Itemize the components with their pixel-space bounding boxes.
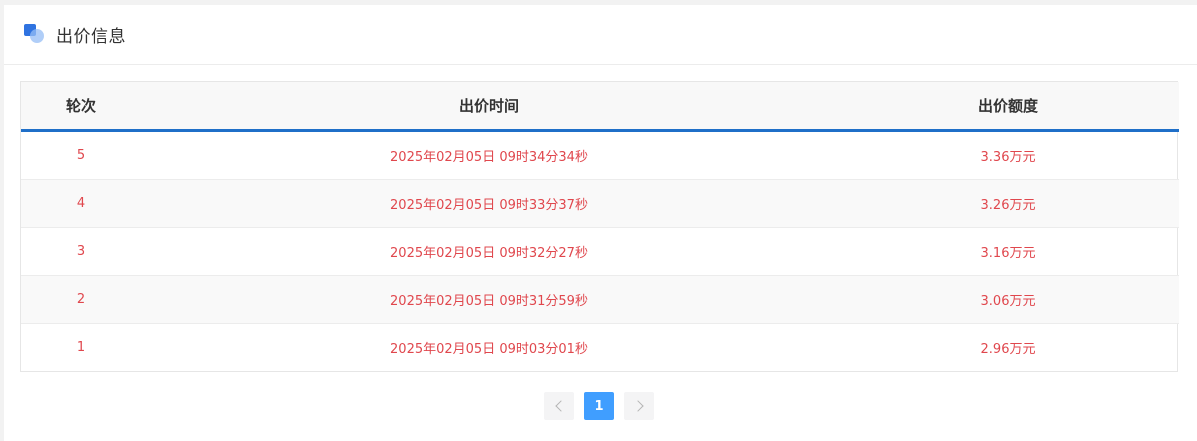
- chevron-right-icon: [631, 400, 644, 412]
- table-row: 5 2025年02月05日 09时34分34秒 3.36万元: [21, 130, 1179, 180]
- bid-info-icon: [24, 23, 46, 46]
- cell-time: 2025年02月05日 09时33分37秒: [141, 179, 837, 228]
- cell-amount: 3.16万元: [837, 227, 1179, 276]
- chevron-left-icon: [554, 400, 567, 412]
- page-number-button[interactable]: 1: [584, 392, 614, 420]
- table-row: 4 2025年02月05日 09时33分37秒 3.26万元: [21, 179, 1179, 228]
- bid-table: 轮次 出价时间 出价额度 5 2025年02月05日 09时34分34秒 3.3…: [20, 81, 1179, 372]
- table-row: 2 2025年02月05日 09时31分59秒 3.06万元: [21, 275, 1179, 324]
- pagination: 1: [544, 392, 654, 420]
- panel-title: 出价信息: [56, 27, 126, 47]
- column-header-round: 轮次: [65, 97, 96, 115]
- cell-round: 2: [21, 275, 141, 324]
- cell-amount: 3.26万元: [837, 179, 1179, 228]
- panel-header: 出价信息: [4, 5, 1197, 65]
- cell-round: 1: [21, 323, 141, 371]
- cell-time: 2025年02月05日 09时34分34秒: [141, 130, 837, 180]
- column-header-time: 出价时间: [458, 97, 519, 115]
- prev-page-button[interactable]: [544, 392, 574, 420]
- table-row: 3 2025年02月05日 09时32分27秒 3.16万元: [21, 227, 1179, 276]
- cell-time: 2025年02月05日 09时32分27秒: [141, 227, 837, 276]
- cell-time: 2025年02月05日 09时31分59秒: [141, 275, 837, 324]
- cell-time: 2025年02月05日 09时03分01秒: [141, 323, 837, 371]
- cell-round: 4: [21, 179, 141, 228]
- table-row: 1 2025年02月05日 09时03分01秒 2.96万元: [21, 323, 1179, 371]
- table-header-row: 轮次 出价时间 出价额度: [21, 82, 1179, 131]
- cell-amount: 3.06万元: [837, 275, 1179, 324]
- column-header-amount: 出价额度: [977, 97, 1038, 115]
- cell-round: 5: [21, 130, 141, 180]
- cell-amount: 3.36万元: [837, 130, 1179, 180]
- cell-round: 3: [21, 227, 141, 276]
- cell-amount: 2.96万元: [837, 323, 1179, 371]
- next-page-button[interactable]: [624, 392, 654, 420]
